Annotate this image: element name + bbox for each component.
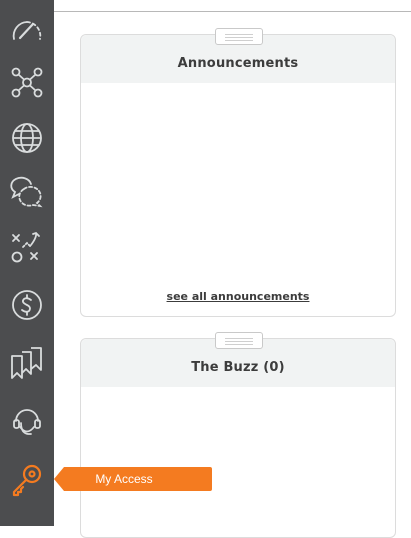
header-divider xyxy=(54,11,411,12)
network-nodes-icon xyxy=(11,67,43,98)
strategy-play-icon xyxy=(11,231,40,263)
sidebar-item-globe[interactable] xyxy=(0,110,54,166)
dollar-circle-icon xyxy=(12,290,42,320)
see-all-announcements-link[interactable]: see all announcements xyxy=(81,290,395,303)
buzz-title: The Buzz (0) xyxy=(191,360,285,375)
chat-bubbles-icon xyxy=(10,176,43,208)
sidebar-item-strategy[interactable] xyxy=(0,220,54,276)
sidebar-item-library[interactable] xyxy=(0,335,54,391)
bookmarks-icon xyxy=(11,347,42,379)
announcements-title: Announcements xyxy=(177,56,299,71)
headset-support-icon xyxy=(13,409,41,435)
announcements-panel: Announcements see all announcements xyxy=(80,28,396,317)
buzz-panel: The Buzz (0) xyxy=(80,332,396,538)
sidebar-item-support[interactable] xyxy=(0,392,54,448)
sidebar-item-billing[interactable] xyxy=(0,277,54,333)
sidebar-item-my-access[interactable] xyxy=(0,452,54,508)
sidebar-item-chat[interactable] xyxy=(0,164,54,220)
my-access-tooltip: My Access xyxy=(54,467,212,491)
sidebar-item-network[interactable] xyxy=(0,54,54,110)
tooltip-arrow xyxy=(54,467,64,491)
speedometer-icon xyxy=(12,21,42,40)
sidebar-nav xyxy=(0,0,54,526)
announcements-drag-handle[interactable] xyxy=(215,28,263,45)
sidebar-item-dashboard[interactable] xyxy=(0,2,54,58)
key-icon xyxy=(12,464,42,497)
globe-icon xyxy=(12,123,42,153)
tooltip-label: My Access xyxy=(95,472,153,486)
buzz-drag-handle[interactable] xyxy=(215,332,263,349)
